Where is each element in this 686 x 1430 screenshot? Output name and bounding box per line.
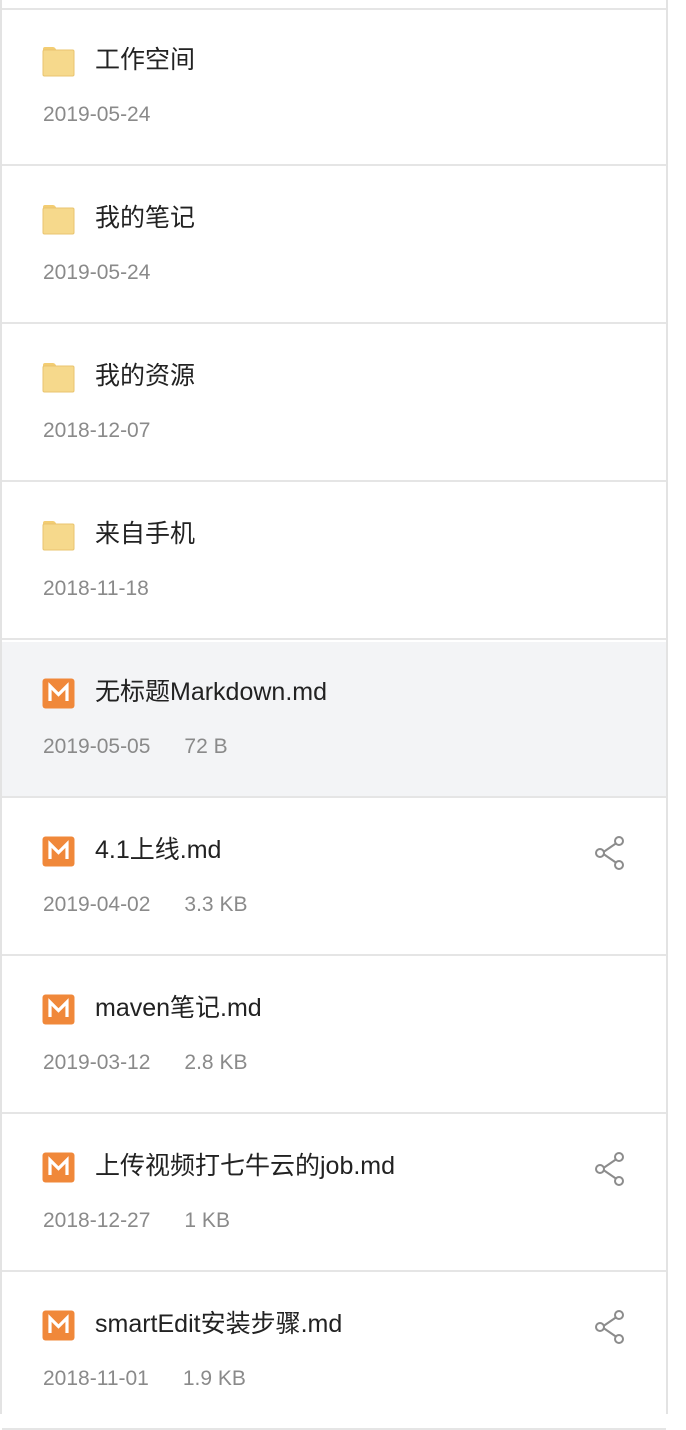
item-size: 3.3 KB [184, 893, 248, 916]
file-row[interactable]: 上传视频打七牛云的job.md 2018-12-27 1 KB [2, 1116, 666, 1272]
file-row[interactable]: maven笔记.md 2019-03-12 2.8 KB [2, 958, 666, 1114]
folder-row[interactable]: 来自手机 2018-11-18 [2, 484, 666, 640]
item-meta: 2018-12-27 1 KB [43, 1207, 230, 1235]
item-meta: 2018-11-18 [43, 575, 149, 603]
markdown-file-icon [42, 994, 75, 1025]
item-date: 2019-05-24 [43, 261, 151, 284]
item-meta: 2018-11-01 1.9 KB [43, 1365, 246, 1393]
item-meta: 2019-05-05 72 B [43, 733, 228, 761]
item-name: 4.1上线.md [95, 836, 222, 864]
item-date: 2018-11-18 [43, 577, 149, 600]
item-name: 来自手机 [95, 520, 196, 548]
item-meta: 2019-04-02 3.3 KB [43, 891, 247, 919]
folder-icon [42, 520, 75, 551]
item-name: 上传视频打七牛云的job.md [95, 1152, 396, 1180]
folder-row[interactable]: 工作空间 2019-05-24 [2, 10, 666, 166]
item-name: 工作空间 [95, 46, 196, 74]
item-meta: 2019-05-24 [43, 101, 150, 129]
item-size: 2.8 KB [184, 1051, 248, 1074]
item-date: 2019-03-12 [43, 1051, 151, 1074]
item-date: 2018-12-07 [43, 419, 151, 442]
item-size: 72 B [184, 735, 228, 758]
folder-icon [42, 204, 75, 235]
folder-row[interactable]: 我的笔记 2019-05-24 [2, 168, 666, 324]
markdown-file-icon [42, 678, 75, 709]
markdown-file-icon [42, 836, 75, 867]
folder-row[interactable]: 我的资源 2018-12-07 [2, 326, 666, 482]
item-meta: 2019-03-12 2.8 KB [43, 1049, 247, 1077]
item-date: 2019-05-05 [43, 735, 151, 758]
item-meta: 2018-12-07 [43, 417, 150, 445]
share-icon[interactable] [594, 1310, 626, 1344]
share-icon[interactable] [594, 1152, 626, 1186]
item-size: 1 KB [184, 1209, 230, 1232]
item-meta: 2019-05-24 [43, 259, 150, 287]
item-name: 我的资源 [95, 362, 196, 390]
item-date: 2018-11-01 [43, 1367, 149, 1390]
item-date: 2018-12-27 [43, 1209, 151, 1232]
item-size: 1.9 KB [182, 1367, 246, 1390]
folder-icon [42, 46, 75, 77]
share-icon[interactable] [594, 836, 626, 870]
item-date: 2019-05-24 [43, 103, 151, 126]
file-row[interactable]: 无标题Markdown.md 2019-05-05 72 B [2, 642, 666, 798]
item-name: 我的笔记 [95, 204, 196, 232]
item-name: 无标题Markdown.md [95, 678, 327, 706]
markdown-file-icon [42, 1152, 75, 1183]
markdown-file-icon [42, 1310, 75, 1341]
file-row[interactable]: 4.1上线.md 2019-04-02 3.3 KB [2, 800, 666, 956]
item-name: smartEdit安装步骤.md [95, 1310, 343, 1338]
item-date: 2019-04-02 [43, 893, 151, 916]
item-name: maven笔记.md [95, 994, 262, 1022]
folder-icon [42, 362, 75, 393]
file-list: 工作空间 2019-05-24 我的笔记 2019-05-24 我的资源 2018-12-… [0, 0, 668, 1430]
file-row[interactable]: smartEdit安装步骤.md 2018-11-01 1.9 KB [2, 1274, 666, 1430]
